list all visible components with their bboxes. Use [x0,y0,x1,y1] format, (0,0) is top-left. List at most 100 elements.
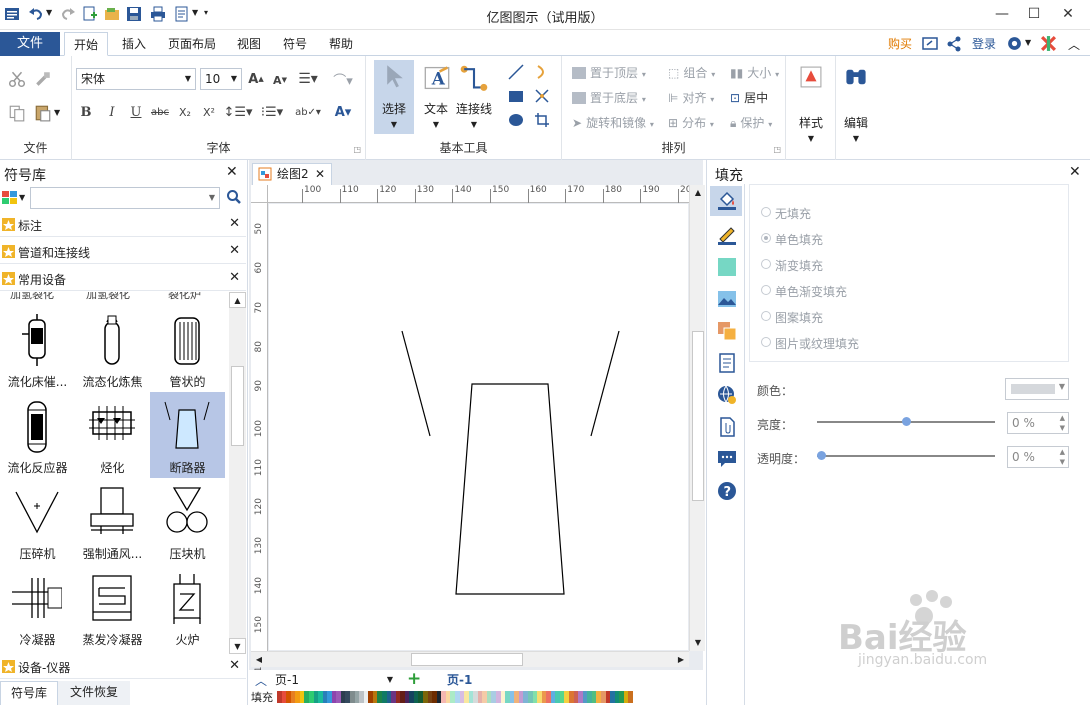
canvas-vertical-scrollbar[interactable]: ▲ ▼ [689,185,705,651]
maximize-button[interactable]: ☐ [1024,4,1044,24]
format-painter-icon[interactable] [34,70,52,88]
paste-icon[interactable] [34,104,52,122]
library-menu-dropdown-icon[interactable]: ▼ [19,193,25,202]
spinner-arrows-icon[interactable]: ▲ ▼ [1060,413,1065,433]
image-icon[interactable] [717,289,737,309]
distribute-button[interactable]: ⊞ 分布 ▾ [668,114,714,132]
font-color-icon[interactable]: A▾ [330,104,356,120]
scroll-up-arrow-icon[interactable]: ▲ [229,292,246,308]
cross-point-icon[interactable] [534,88,550,104]
text-path-icon[interactable]: ⌒▾ [328,70,358,89]
layers-icon[interactable] [717,321,737,341]
rotate-mirror-button[interactable]: ➤ 旋转和镜像 ▾ [572,114,654,132]
underline-icon[interactable]: U [128,104,144,120]
protect-button[interactable]: 🔒︎ 保护 ▾ [730,114,772,132]
breaker-shape-on-canvas[interactable] [269,204,688,650]
radio-button[interactable] [761,259,771,269]
line-icon[interactable] [508,64,524,80]
close-fill-panel-button[interactable]: ✕ [1069,164,1081,180]
settings-gear-icon[interactable] [1006,35,1023,52]
tab-symbol-library[interactable]: 符号库 [0,681,58,705]
shadow-icon[interactable] [717,257,737,277]
radio-button[interactable] [761,233,771,243]
drawing-page[interactable] [269,204,688,650]
shape-fluid-reactor[interactable]: 流化反应器 [0,392,75,478]
transparency-slider-thumb[interactable] [817,451,826,460]
brightness-slider[interactable] [817,417,995,426]
bullets-icon[interactable]: ⁝☰▾ [258,104,286,120]
document-tab[interactable]: 绘图2 ✕ [252,163,332,185]
color-picker-dropdown[interactable]: ▼ [1005,378,1069,400]
shape-evaporative-condenser[interactable]: 蒸发冷凝器 [75,564,150,650]
connector-tool-button[interactable]: 连接线 ▼ [454,60,494,134]
tab-symbol[interactable]: 符号 [274,32,316,56]
close-document-tab-button[interactable]: ✕ [315,164,325,184]
shape-tubular[interactable]: 管状的 [150,306,225,392]
ellipse-icon[interactable] [508,112,524,128]
fill-bucket-icon[interactable] [717,191,737,211]
align-button[interactable]: ⊫ 对齐 ▾ [668,89,714,107]
center-button[interactable]: ⊡ 居中 [730,89,768,107]
page-select-dropdown[interactable]: 页-1 ▼ [275,671,395,689]
canvas-hscroll-thumb[interactable] [411,653,523,666]
arc-icon[interactable] [534,64,550,80]
category-header-equipment[interactable]: 常用设备 ✕ [0,267,246,291]
category-header-annotation[interactable]: 标注 ✕ [0,213,246,237]
subscript-icon[interactable]: X₂ [176,104,194,120]
transparency-slider[interactable] [817,451,995,460]
canvas-vscroll-thumb[interactable] [692,331,704,501]
close-library-button[interactable]: ✕ [226,164,238,180]
edit-button[interactable]: 编辑 ▼ [838,60,874,152]
scroll-left-arrow-icon[interactable]: ◀ [251,652,267,668]
tab-page-layout[interactable]: 页面布局 [160,32,224,56]
crop-icon[interactable] [534,112,550,128]
collapse-ribbon-icon[interactable]: ︿ [1068,36,1080,53]
line-spacing-icon[interactable]: ↕☰▾ [223,104,252,120]
radio-button[interactable] [761,311,771,321]
comment-icon[interactable] [717,449,737,469]
share-icon[interactable] [946,36,962,52]
scroll-up-arrow-icon[interactable]: ▲ [691,185,705,201]
radio-button[interactable] [761,285,771,295]
file-menu-button[interactable]: 文件 [0,32,60,56]
shape-briquetting[interactable]: 压块机 [150,478,225,564]
scroll-down-arrow-icon[interactable]: ▼ [691,635,705,651]
transparency-spinner[interactable]: 0 % ▲ ▼ [1007,446,1069,468]
shape-fluid-bed[interactable]: 流化床催... [0,306,75,392]
font-size-dropdown[interactable]: 10 ▼ [200,68,242,90]
rectangle-icon[interactable] [508,88,524,104]
strikethrough-icon[interactable]: abc [150,104,170,120]
shape-furnace[interactable]: 火炉 [150,564,225,650]
radio-button[interactable] [761,337,771,347]
scroll-down-arrow-icon[interactable]: ▼ [229,638,246,654]
palette-swatch[interactable] [628,691,633,703]
tab-insert[interactable]: 插入 [112,32,156,56]
settings-dropdown-icon[interactable]: ▼ [1025,38,1031,47]
close-category-button[interactable]: ✕ [229,270,240,285]
shape-condenser[interactable]: 冷凝器 [0,564,75,650]
scroll-right-arrow-icon[interactable]: ▶ [673,652,689,668]
grow-font-icon[interactable]: A ▲ [248,70,264,88]
send-to-back-button[interactable]: 置于底层 ▾ [572,89,646,107]
superscript-icon[interactable]: X² [200,104,218,120]
minimize-button[interactable]: — [992,4,1012,24]
copy-icon[interactable] [8,104,26,122]
shape-fluid-coking[interactable]: 流态化炼焦 [75,306,150,392]
bold-icon[interactable]: B [78,104,94,120]
text-highlight-icon[interactable]: ab✓▾ [292,104,324,120]
shape-crusher[interactable]: 压碎机 [0,478,75,564]
buy-link[interactable]: 购买 [884,32,916,56]
line-pen-icon[interactable] [717,225,737,245]
search-icon[interactable] [226,189,242,205]
cut-icon[interactable] [8,70,26,88]
spinner-arrows-icon[interactable]: ▲ ▼ [1060,447,1065,467]
library-scrollbar[interactable]: ▲ ▼ [229,292,246,654]
radio-button[interactable] [761,207,771,217]
page-navigator-up-icon[interactable]: ︿ [255,672,267,689]
category-header-instruments[interactable]: 设备-仪器 ✕ [0,655,246,679]
data-icon[interactable] [717,353,737,373]
shrink-font-icon[interactable]: A ▼ [272,72,288,88]
help-icon[interactable]: ? [717,481,737,501]
close-category-button[interactable]: ✕ [229,216,240,231]
tab-home[interactable]: 开始 [64,32,108,56]
